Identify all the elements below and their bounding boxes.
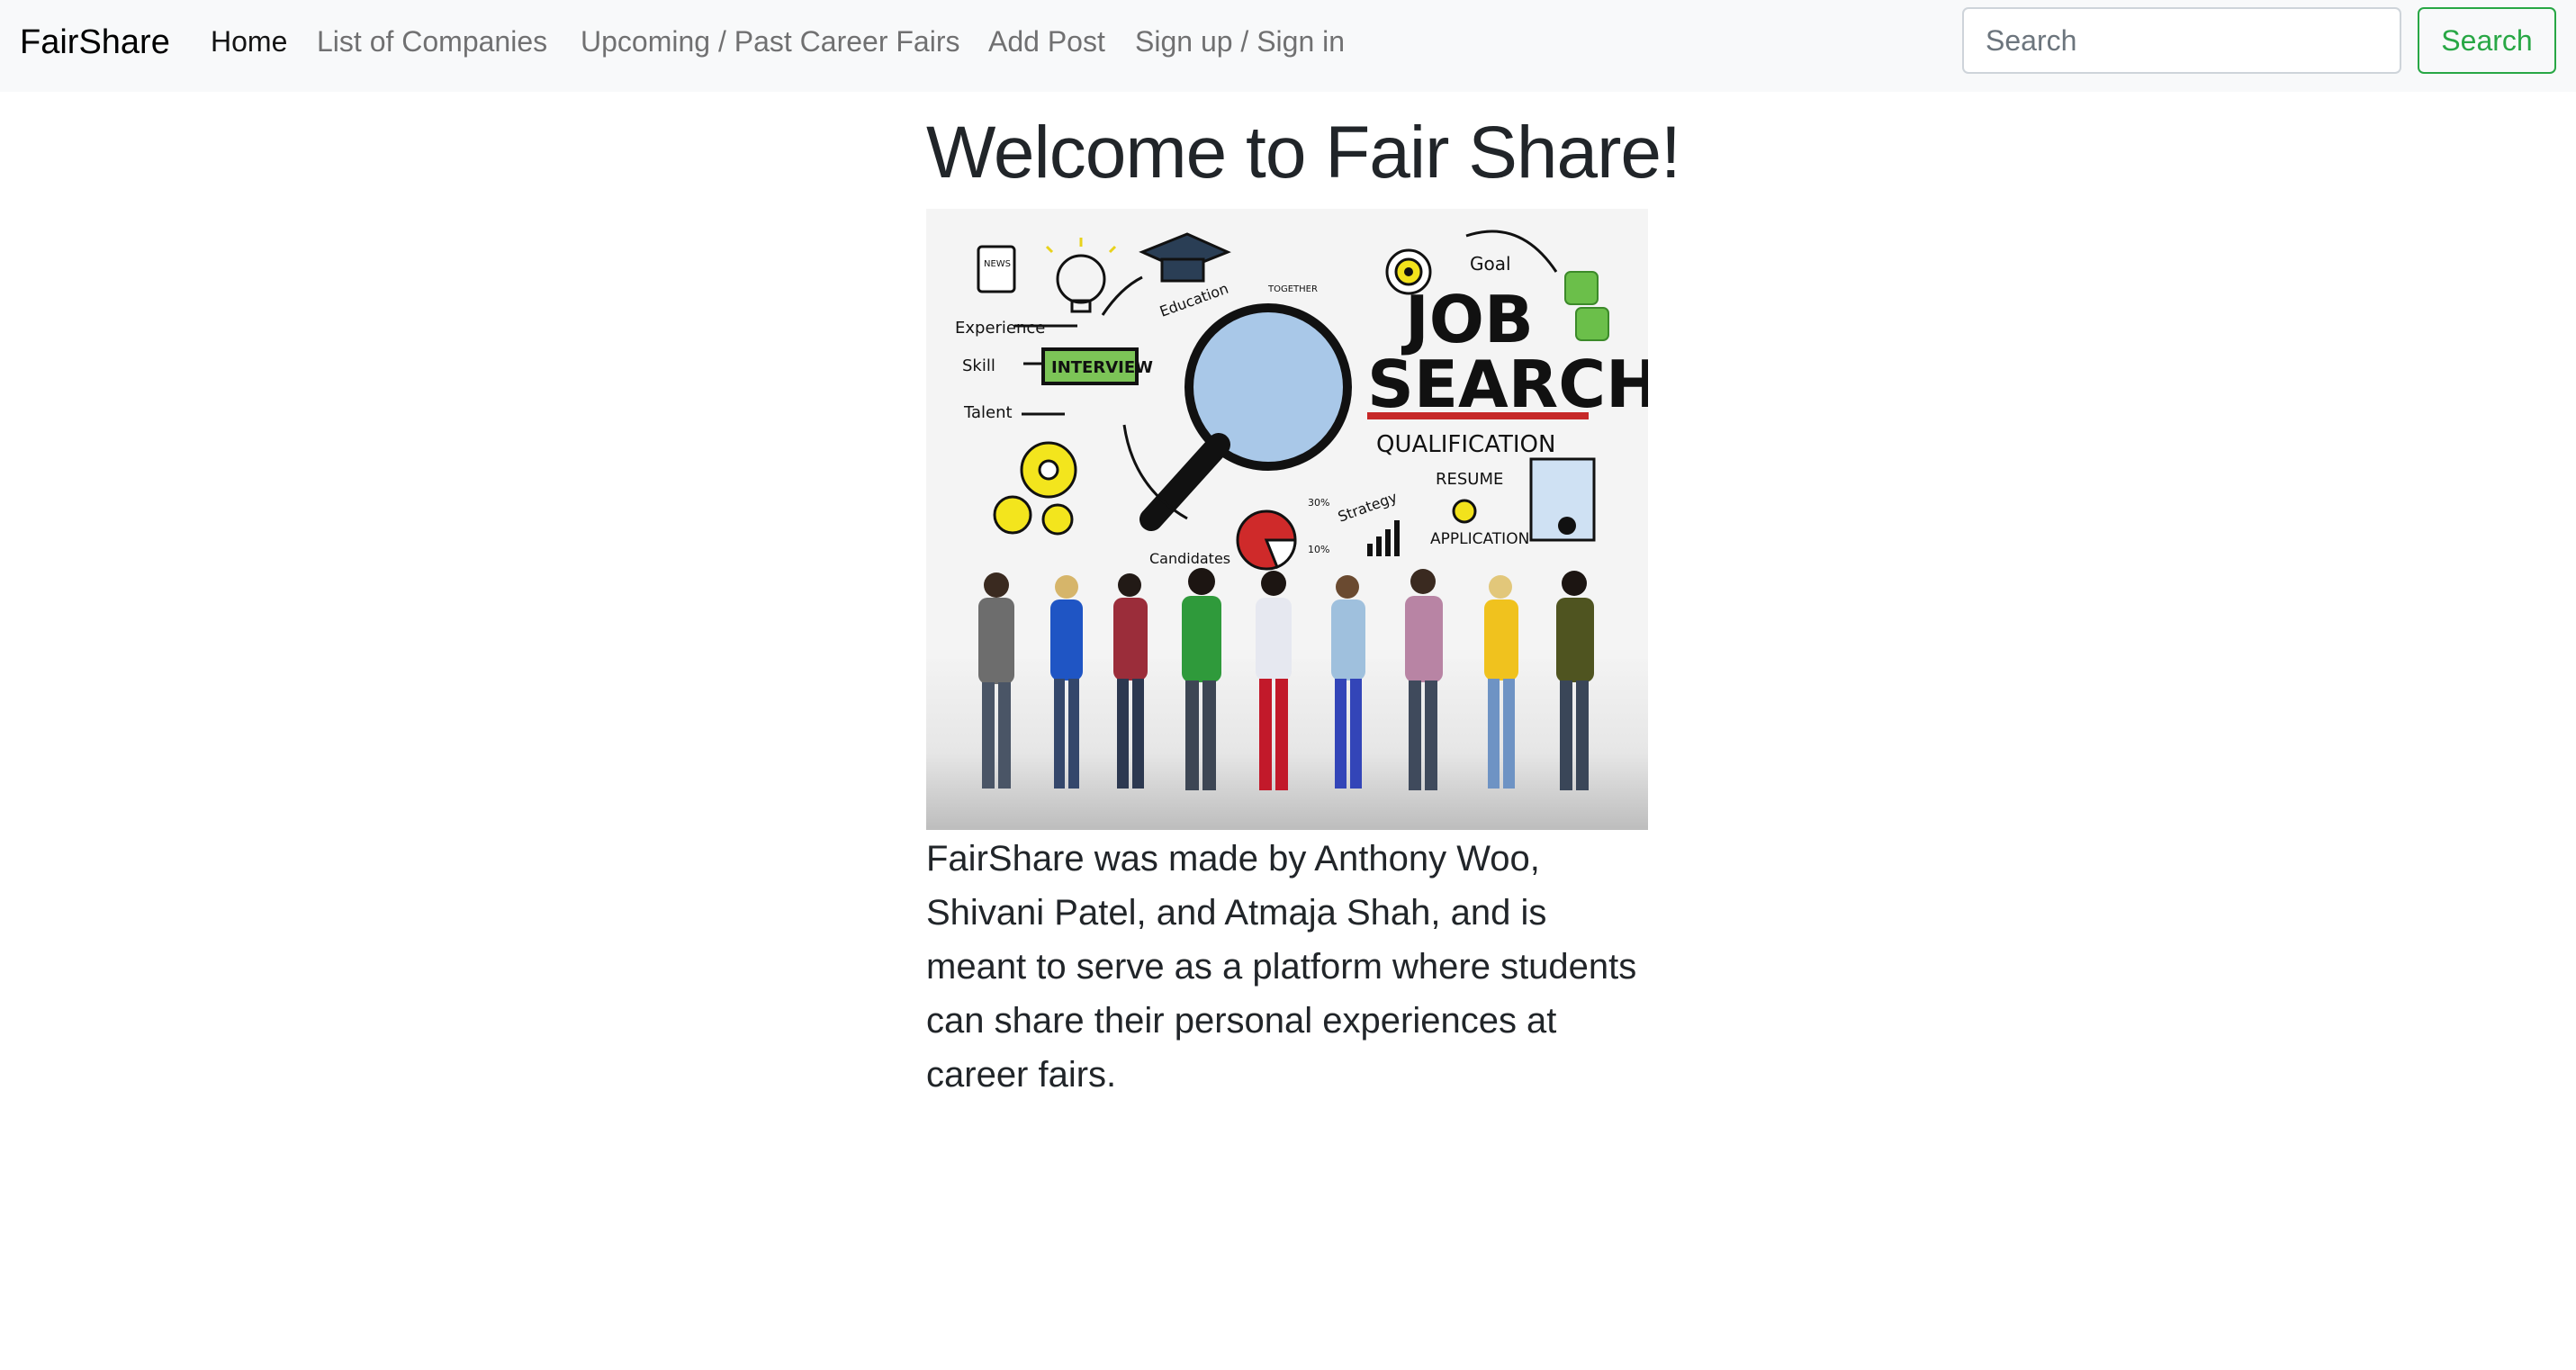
interview-tag: INTERVIEW <box>1041 347 1153 385</box>
about-description: FairShare was made by Anthony Woo, Shiva… <box>926 839 1637 1095</box>
hero-word-candidates: Candidates <box>1149 550 1230 567</box>
hero-word-talent: Talent <box>963 403 1013 422</box>
hero-word-interview: INTERVIEW <box>1051 358 1153 377</box>
search-button[interactable]: Search <box>2418 7 2556 74</box>
hero-word-resume: RESUME <box>1436 470 1503 489</box>
nav-link-sign-up-sign-in[interactable]: Sign up / Sign in <box>1135 22 1345 61</box>
pie-chart-icon <box>1236 509 1297 571</box>
hero-image: NEWS INTERVIEW JOB SEARCH Goal Education… <box>926 209 1648 830</box>
hero-word-30-percent: 30% <box>1308 497 1329 509</box>
hero-word-10-percent: 10% <box>1308 544 1329 555</box>
hero-word-qualification: QUALIFICATION <box>1376 431 1555 458</box>
main-content: Welcome to Fair Share! NEWS INTERVIEW JO… <box>926 101 1681 1102</box>
navbar: FairShare Home List of Companies Upcomin… <box>0 0 2576 92</box>
tablet-icon: NEWS <box>977 245 1016 293</box>
hero-word-skill: Skill <box>962 356 995 375</box>
nav-link-list-of-companies[interactable]: List of Companies <box>317 22 547 61</box>
hero-word-goal: Goal <box>1470 253 1511 275</box>
nav-link-home[interactable]: Home <box>211 22 287 61</box>
navbar-brand[interactable]: FairShare <box>20 20 170 65</box>
hero-word-news: NEWS <box>984 259 1011 269</box>
nav-link-career-fairs[interactable]: Upcoming / Past Career Fairs <box>581 22 959 61</box>
search-input[interactable] <box>1962 7 2401 74</box>
hero-word-together: TOGETHER <box>1267 284 1318 294</box>
hero-word-application: APPLICATION <box>1430 530 1529 548</box>
hero-word-experience: Experience <box>955 319 1045 338</box>
hero-heading-search: SEARCH <box>1367 347 1648 422</box>
page-title: Welcome to Fair Share! <box>926 112 1681 194</box>
nav-link-add-post[interactable]: Add Post <box>988 22 1105 61</box>
clock-icon <box>1452 499 1477 524</box>
certificate-icon <box>1529 457 1596 542</box>
